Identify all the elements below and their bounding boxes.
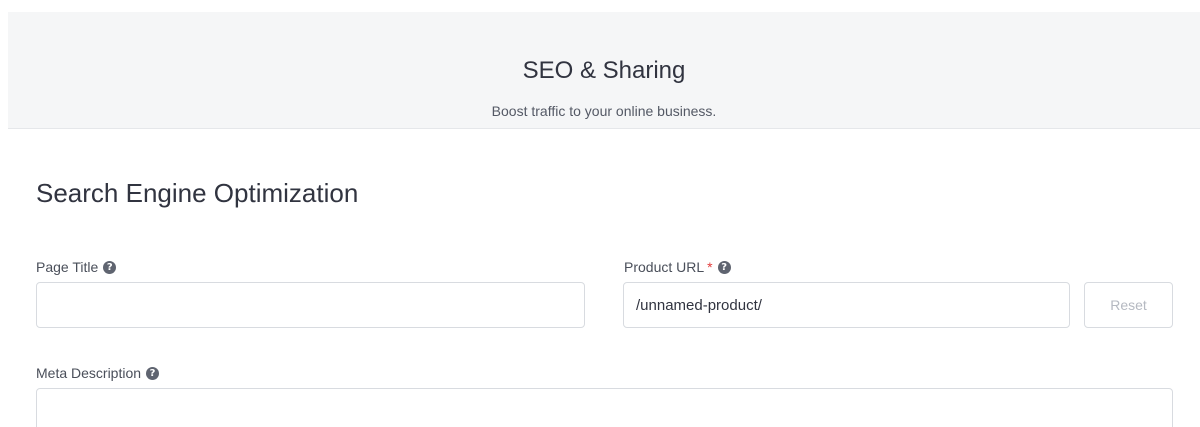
help-icon[interactable]: ? xyxy=(717,260,731,274)
panel-header: SEO & Sharing Boost traffic to your onli… xyxy=(8,12,1200,129)
help-icon[interactable]: ? xyxy=(103,260,117,274)
seo-sharing-page: SEO & Sharing Boost traffic to your onli… xyxy=(0,0,1200,427)
page-title-input[interactable] xyxy=(36,282,585,328)
panel-subtitle: Boost traffic to your online business. xyxy=(491,103,717,119)
required-mark: * xyxy=(707,259,713,275)
product-url-label-text: Product URL xyxy=(624,259,705,275)
page-title-label: Page Title ? xyxy=(36,258,117,276)
page-title-label-text: Page Title xyxy=(36,259,99,275)
section-title: Search Engine Optimization xyxy=(36,178,359,208)
meta-description-label-text: Meta Description xyxy=(36,365,142,381)
panel-title: SEO & Sharing xyxy=(522,57,686,84)
reset-button[interactable]: Reset xyxy=(1084,282,1173,328)
meta-description-label: Meta Description ? xyxy=(36,364,160,382)
product-url-label: Product URL * ? xyxy=(624,258,731,276)
meta-description-input[interactable] xyxy=(36,388,1173,427)
help-icon[interactable]: ? xyxy=(146,366,160,380)
product-url-input[interactable] xyxy=(623,282,1070,328)
